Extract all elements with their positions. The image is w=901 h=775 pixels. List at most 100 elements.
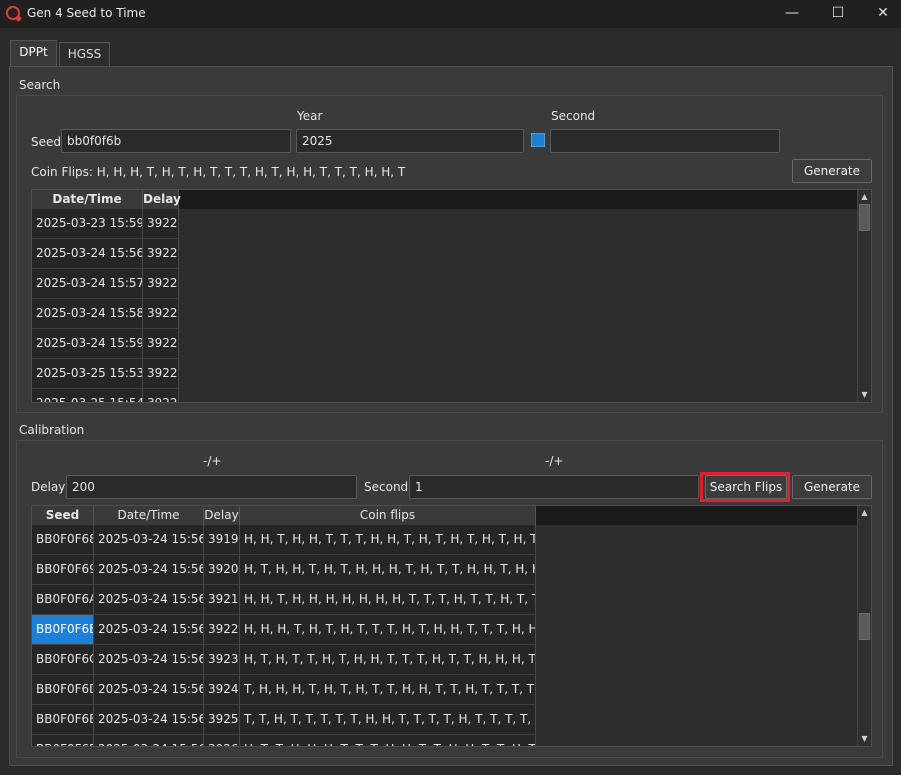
scroll-up-arrow-icon[interactable]: ▲	[858, 506, 871, 520]
seed-cell[interactable]: BB0F0F69	[32, 555, 94, 585]
datetime-cell[interactable]: 2025-03-24 15:56:59	[94, 525, 204, 555]
datetime-cell[interactable]: 2025-03-24 15:59:56	[32, 329, 143, 359]
col-cal-datetime-header[interactable]: Date/Time	[94, 506, 204, 525]
coin-flips-cell[interactable]: H, H, T, H, H, H, H, H, H, H, T, T, T, H…	[240, 585, 536, 615]
table-row[interactable]: 2025-03-24 15:56:593922	[32, 239, 179, 269]
col-cal-delay-header[interactable]: Delay	[204, 506, 240, 525]
scroll-down-arrow-icon[interactable]: ▼	[858, 732, 871, 746]
delay-cell[interactable]: 3922	[143, 209, 179, 239]
seed-input[interactable]: bb0f0f6b	[61, 129, 291, 153]
search-group-label: Search	[19, 78, 61, 92]
seed-cell[interactable]: BB0F0F6A	[32, 585, 94, 615]
datetime-cell[interactable]: 2025-03-24 15:56:59	[94, 705, 204, 735]
table-row[interactable]: 2025-03-25 15:54:583922	[32, 389, 179, 402]
table-row[interactable]: BB0F0F692025-03-24 15:56:593920H, T, H, …	[32, 555, 536, 585]
second-input[interactable]	[550, 129, 780, 153]
delay-cell[interactable]: 3922	[143, 239, 179, 269]
delay-cell[interactable]: 3924	[204, 675, 240, 705]
title-bar: Gen 4 Seed to Time — ☐ ✕	[0, 0, 901, 28]
table-row[interactable]: BB0F0F6C2025-03-24 15:56:593923H, T, H, …	[32, 645, 536, 675]
minimize-button[interactable]: —	[769, 0, 815, 28]
coin-flips-cell[interactable]: H, T, H, T, T, H, T, H, H, T, T, T, H, T…	[240, 645, 536, 675]
datetime-cell[interactable]: 2025-03-23 15:59:59	[32, 209, 143, 239]
table-row[interactable]: 2025-03-24 15:57:583922	[32, 269, 179, 299]
tab-hgss[interactable]: HGSS	[59, 42, 110, 66]
delay-cell[interactable]: 3920	[204, 555, 240, 585]
seed-cell[interactable]: BB0F0F68	[32, 525, 94, 555]
datetime-cell[interactable]: 2025-03-24 15:57:58	[32, 269, 143, 299]
year-input[interactable]: 2025	[296, 129, 524, 153]
datetime-cell[interactable]: 2025-03-24 15:56:59	[94, 585, 204, 615]
scroll-down-arrow-icon[interactable]: ▼	[858, 388, 871, 402]
datetime-cell[interactable]: 2025-03-25 15:54:58	[32, 389, 143, 402]
tab-dppt[interactable]: DPPt	[10, 40, 57, 66]
delay-cell[interactable]: 3922	[143, 389, 179, 402]
seed-cell[interactable]: BB0F0F6C	[32, 645, 94, 675]
search-table-scrollbar[interactable]: ▲ ▼	[857, 190, 871, 402]
seed-cell[interactable]: BB0F0F6B	[32, 615, 94, 645]
table-row[interactable]: 2025-03-24 15:59:563922	[32, 329, 179, 359]
table-row[interactable]: 2025-03-23 15:59:593922	[32, 209, 179, 239]
scrollbar-thumb[interactable]	[859, 204, 870, 231]
calibration-table-header: Seed Date/Time Delay Coin flips	[32, 506, 858, 525]
delay-cell[interactable]: 3922	[143, 329, 179, 359]
datetime-cell[interactable]: 2025-03-24 15:56:59	[94, 675, 204, 705]
coin-flips-cell[interactable]: H, T, H, H, T, H, T, H, H, H, T, H, T, T…	[240, 555, 536, 585]
datetime-cell[interactable]: 2025-03-25 15:53:59	[32, 359, 143, 389]
col-datetime-header[interactable]: Date/Time	[32, 190, 143, 209]
second-checkbox[interactable]	[531, 133, 545, 147]
table-row[interactable]: BB0F0F682025-03-24 15:56:593919H, H, T, …	[32, 525, 536, 555]
seed-cell[interactable]: BB0F0F6D	[32, 675, 94, 705]
coin-flips-cell[interactable]: H, H, T, H, H, T, T, T, H, H, T, H, T, H…	[240, 525, 536, 555]
seed-cell[interactable]: BB0F0F6E	[32, 705, 94, 735]
delay-cell[interactable]: 3922	[143, 359, 179, 389]
delay-cell[interactable]: 3922	[204, 615, 240, 645]
table-row[interactable]: 2025-03-25 15:53:593922	[32, 359, 179, 389]
col-seed-header[interactable]: Seed	[32, 506, 94, 525]
delay-cell[interactable]: 3926	[204, 735, 240, 746]
calibration-generate-button[interactable]: Generate	[792, 475, 872, 499]
coin-flips-cell[interactable]: T, H, H, H, T, H, T, H, T, T, H, H, T, T…	[240, 675, 536, 705]
delay-cell[interactable]: 3922	[143, 269, 179, 299]
delay-hint: -/+	[203, 454, 222, 468]
close-button[interactable]: ✕	[860, 0, 901, 28]
delay-cell[interactable]: 3923	[204, 645, 240, 675]
seed-cell[interactable]: BB0F0F6F	[32, 735, 94, 746]
calibration-table-scrollbar[interactable]: ▲ ▼	[857, 506, 871, 746]
delay-label: Delay	[31, 480, 66, 494]
datetime-cell[interactable]: 2025-03-24 15:56:59	[94, 555, 204, 585]
col-coin-flips-header[interactable]: Coin flips	[240, 506, 536, 525]
coin-flips-label: Coin Flips: H, H, H, T, H, T, H, T, T, T…	[31, 165, 406, 179]
scroll-up-arrow-icon[interactable]: ▲	[858, 190, 871, 204]
delay-cell[interactable]: 3925	[204, 705, 240, 735]
search-flips-highlight	[700, 472, 790, 502]
coin-flips-cell[interactable]: H, H, H, T, H, T, H, T, T, T, H, T, H, H…	[240, 615, 536, 645]
scrollbar-thumb[interactable]	[859, 613, 870, 640]
delay-cell[interactable]: 3921	[204, 585, 240, 615]
search-generate-button[interactable]: Generate	[792, 159, 872, 183]
table-row[interactable]: BB0F0F6D2025-03-24 15:56:593924T, H, H, …	[32, 675, 536, 705]
table-row[interactable]: 2025-03-24 15:58:573922	[32, 299, 179, 329]
search-results-table[interactable]: Date/Time Delay 2025-03-23 15:59:5939222…	[31, 189, 872, 403]
col-delay-header[interactable]: Delay	[143, 190, 181, 209]
coin-flips-cell[interactable]: H, T, T, H, H, H, T, T, T, H, H, T, T, H…	[240, 735, 536, 746]
table-row[interactable]: BB0F0F6A2025-03-24 15:56:593921H, H, T, …	[32, 585, 536, 615]
table-row[interactable]: BB0F0F6F2025-03-24 15:56:593926H, T, T, …	[32, 735, 536, 746]
search-table-header: Date/Time Delay	[32, 190, 858, 209]
calibration-results-table[interactable]: Seed Date/Time Delay Coin flips BB0F0F68…	[31, 505, 872, 747]
seed-label: Seed	[31, 135, 61, 149]
table-row[interactable]: BB0F0F6E2025-03-24 15:56:593925T, T, H, …	[32, 705, 536, 735]
datetime-cell[interactable]: 2025-03-24 15:58:57	[32, 299, 143, 329]
app-logo-icon	[6, 6, 20, 20]
table-row[interactable]: BB0F0F6B2025-03-24 15:56:593922H, H, H, …	[32, 615, 536, 645]
coin-flips-cell[interactable]: T, T, H, T, T, T, T, T, H, H, T, T, T, T…	[240, 705, 536, 735]
delay-cell[interactable]: 3922	[143, 299, 179, 329]
calibration-second-input[interactable]: 1	[409, 475, 699, 499]
delay-cell[interactable]: 3919	[204, 525, 240, 555]
datetime-cell[interactable]: 2025-03-24 15:56:59	[94, 615, 204, 645]
maximize-button[interactable]: ☐	[815, 0, 861, 28]
delay-input[interactable]: 200	[66, 475, 357, 499]
datetime-cell[interactable]: 2025-03-24 15:56:59	[32, 239, 143, 269]
datetime-cell[interactable]: 2025-03-24 15:56:59	[94, 645, 204, 675]
datetime-cell[interactable]: 2025-03-24 15:56:59	[94, 735, 204, 746]
